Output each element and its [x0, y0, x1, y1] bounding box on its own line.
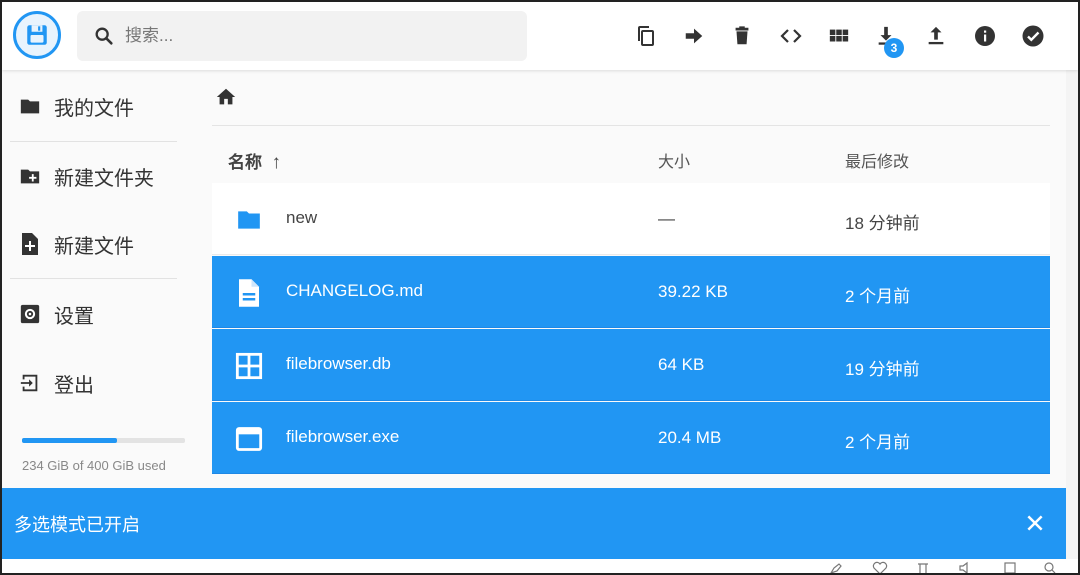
file-size: 39.22 KB — [658, 282, 728, 301]
file-name: filebrowser.exe — [286, 427, 400, 446]
speaker-icon[interactable] — [958, 561, 974, 575]
search-icon — [95, 27, 113, 45]
new-folder-icon — [18, 164, 42, 188]
sidebar-item-settings[interactable]: 设置 — [2, 280, 177, 348]
upload-icon — [928, 26, 944, 45]
settings-icon — [18, 302, 42, 326]
sidebar-item-new-file[interactable]: 新建文件 — [2, 210, 177, 278]
copy-icon — [638, 26, 654, 46]
sidebar-item-label: 设置 — [54, 305, 94, 328]
close-icon — [1027, 515, 1043, 531]
column-header-size[interactable]: 大小 — [658, 148, 690, 172]
code-button[interactable] — [771, 16, 811, 56]
storage-usage-fill — [22, 438, 118, 443]
column-header-name-label: 名称 — [228, 153, 262, 172]
window-icon[interactable] — [1002, 561, 1018, 575]
folder-icon — [18, 94, 42, 118]
sidebar-item-label: 新建文件夹 — [54, 167, 154, 190]
sort-arrow-up-icon: ↑ — [271, 152, 281, 173]
folder-icon — [234, 205, 264, 235]
download-count-badge: 3 — [884, 38, 904, 58]
file-modified: 2 个月前 — [845, 433, 911, 452]
storage-usage-text: 234 GiB of 400 GiB used — [22, 458, 166, 473]
column-header-modified[interactable]: 最后修改 — [845, 148, 909, 172]
header-bar: 3 — [2, 2, 1078, 70]
move-icon — [685, 28, 703, 44]
upload-button[interactable] — [916, 16, 956, 56]
trash-icon[interactable] — [915, 561, 931, 575]
logout-icon — [18, 371, 42, 395]
sidebar-item-my-files[interactable]: 我的文件 — [2, 72, 177, 140]
file-size: 64 KB — [658, 355, 705, 374]
column-header-name[interactable]: 名称 ↑ — [228, 148, 281, 174]
file-modified: 2 个月前 — [845, 287, 911, 306]
table-header: 名称 ↑ 大小 最后修改 — [212, 142, 1050, 180]
info-icon — [975, 26, 995, 46]
app-logo[interactable] — [13, 11, 61, 59]
rocket-icon[interactable] — [828, 561, 844, 575]
sidebar-item-label: 新建文件 — [54, 235, 134, 258]
heart-icon[interactable] — [872, 561, 888, 575]
grid-view-icon — [829, 29, 849, 42]
move-button[interactable] — [674, 16, 714, 56]
file-name: CHANGELOG.md — [286, 281, 423, 300]
breadcrumb — [214, 86, 238, 113]
sidebar-item-logout[interactable]: 登出 — [2, 349, 177, 417]
document-icon — [234, 278, 264, 308]
multi-select-snackbar: 多选模式已开启 — [2, 488, 1066, 559]
search-small-icon[interactable] — [1042, 561, 1058, 575]
search-input[interactable] — [125, 26, 505, 46]
table-row[interactable]: filebrowser.exe 20.4 MB 2 个月前 — [212, 402, 1050, 474]
executable-icon — [234, 424, 264, 454]
snackbar-close-button[interactable] — [1020, 508, 1050, 538]
download-button[interactable]: 3 — [866, 16, 906, 58]
new-file-icon — [18, 232, 42, 256]
view-mode-button[interactable] — [819, 16, 859, 56]
copy-button[interactable] — [626, 16, 666, 56]
sidebar-divider — [10, 278, 177, 279]
app-window: 3 我的文件 — [0, 0, 1080, 575]
floppy-disk-icon — [27, 25, 47, 45]
table-row[interactable]: new — 18 分钟前 — [212, 183, 1050, 255]
page-scrollbar[interactable] — [1066, 70, 1078, 560]
sidebar-item-label: 我的文件 — [54, 97, 134, 120]
storage-usage-bar — [22, 438, 185, 443]
home-icon[interactable] — [214, 86, 238, 108]
snackbar-message: 多选模式已开启 — [14, 514, 140, 535]
taskbar-strip — [2, 559, 1078, 575]
file-size: 20.4 MB — [658, 428, 722, 447]
delete-icon — [735, 26, 749, 45]
file-name: filebrowser.db — [286, 354, 391, 373]
file-size: — — [658, 209, 675, 228]
sidebar-item-new-folder[interactable]: 新建文件夹 — [2, 142, 177, 210]
delete-button[interactable] — [722, 16, 762, 56]
database-grid-icon — [234, 351, 264, 381]
search-bar[interactable] — [77, 11, 527, 61]
table-row[interactable]: CHANGELOG.md 39.22 KB 2 个月前 — [212, 256, 1050, 328]
code-icon — [780, 29, 802, 43]
table-row[interactable]: filebrowser.db 64 KB 19 分钟前 — [212, 329, 1050, 401]
select-button[interactable] — [1013, 16, 1053, 56]
info-button[interactable] — [965, 16, 1005, 56]
file-modified: 19 分钟前 — [845, 360, 920, 379]
file-name: new — [286, 208, 318, 227]
select-check-icon — [1022, 25, 1044, 47]
file-modified: 18 分钟前 — [845, 214, 920, 233]
sidebar-item-label: 登出 — [54, 374, 94, 397]
breadcrumb-divider — [212, 125, 1050, 126]
